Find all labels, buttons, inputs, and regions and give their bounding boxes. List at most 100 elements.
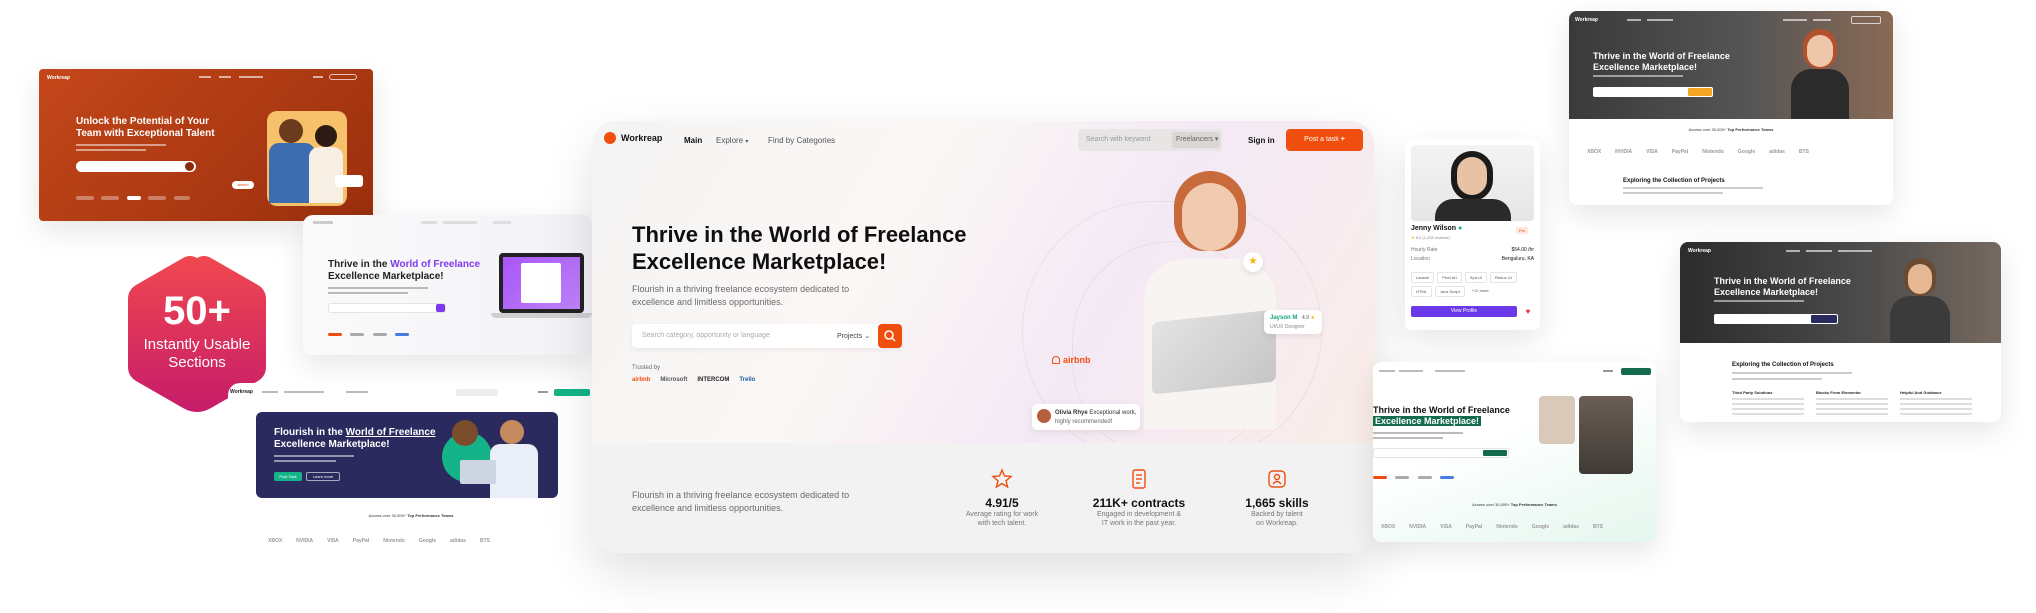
trello-logo: Trello bbox=[739, 377, 756, 383]
dark-hero-preview-bottom[interactable]: Workreap Thrive in the World of Freelanc… bbox=[1680, 242, 2001, 422]
badge-count: 50+ bbox=[163, 289, 231, 333]
airbnb-logo: airbnb bbox=[632, 377, 651, 383]
header-search: Search with keyword Freelancers ▾ bbox=[1078, 129, 1222, 151]
dark-top-title: Thrive in the World of Freelance Excelle… bbox=[1593, 51, 1730, 72]
sign-in-link[interactable]: Sign in bbox=[1248, 136, 1275, 145]
client-logos: XBOX NVIDIA VISA PayPal Nintendo Google adidas… bbox=[1587, 149, 1809, 155]
airbnb-icon bbox=[1052, 356, 1060, 364]
column-title: Helpful And Guidance bbox=[1900, 390, 1942, 395]
post-task-button[interactable]: Post a task + bbox=[1286, 129, 1363, 151]
search-button[interactable] bbox=[1811, 315, 1837, 323]
navy-banner: Flourish in the World of Freelance Excel… bbox=[256, 412, 558, 498]
review-chip bbox=[335, 175, 363, 187]
hero-search-input[interactable]: Search category, opportunity or language bbox=[642, 332, 770, 339]
green-search-input[interactable] bbox=[1373, 448, 1509, 458]
hero-title: Thrive in the World of Freelance Excelle… bbox=[632, 222, 967, 274]
search-icon[interactable] bbox=[185, 162, 194, 171]
header-search-filter[interactable]: Freelancers ▾ bbox=[1172, 132, 1220, 148]
brand-logo: Workreap bbox=[1575, 17, 1598, 23]
avatar bbox=[1037, 409, 1051, 423]
main-hero-preview: Workreap Main Explore ▾ Find by Categori… bbox=[592, 121, 1374, 553]
freelancer-profile-card[interactable]: Jenny Wilson ● ★ 5.0 (1,235 reviews) Pro… bbox=[1405, 139, 1540, 330]
purple-hero-preview[interactable]: Thrive in the World of Freelance Excelle… bbox=[303, 215, 592, 355]
search-button[interactable] bbox=[1483, 450, 1507, 456]
green-image-2 bbox=[1579, 396, 1633, 474]
column-title: Third Party Solutions bbox=[1732, 390, 1773, 395]
stats-band: Flourish in a thriving freelance ecosyst… bbox=[592, 443, 1374, 553]
dark-banner: Workreap Thrive in the World of Freelanc… bbox=[1680, 242, 2001, 343]
brand-logo: Workreap bbox=[230, 389, 253, 395]
stats-band-text: Flourish in a thriving freelance ecosyst… bbox=[632, 490, 850, 513]
navy-hero-preview[interactable]: Workreap Flourish in the World of Freela… bbox=[228, 383, 594, 553]
orange-subtitle bbox=[76, 144, 166, 146]
search-button[interactable] bbox=[878, 324, 902, 348]
trusted-by-label: Trusted by bbox=[632, 365, 661, 371]
post-task-button[interactable]: Post Task bbox=[274, 472, 302, 481]
dark-bottom-person-image bbox=[1890, 258, 1950, 343]
dark-hero-preview-top[interactable]: Workreap Thrive in the World of Freelanc… bbox=[1569, 11, 1893, 205]
orange-tag-list bbox=[76, 187, 190, 205]
search-icon bbox=[884, 330, 896, 342]
purple-subtitle2 bbox=[328, 292, 408, 294]
star-icon: ★ bbox=[1310, 315, 1315, 321]
star-icon: ★ bbox=[1243, 252, 1263, 272]
view-profile-button[interactable]: View Profile bbox=[1411, 306, 1517, 317]
search-icon[interactable] bbox=[436, 304, 445, 312]
dark-bottom-search-input[interactable] bbox=[1714, 314, 1838, 324]
nav-bar bbox=[159, 74, 359, 80]
top-talent-caption: Access over 30,000+ Top Performance Team… bbox=[368, 513, 454, 518]
brand-logo[interactable]: Workreap bbox=[604, 132, 662, 144]
badge-line1: Instantly Usable bbox=[143, 336, 251, 353]
navy-title-line1: Flourish in the World of Freelance bbox=[274, 427, 436, 438]
nav-bar: Workreap bbox=[228, 389, 594, 397]
search-button[interactable] bbox=[1688, 88, 1712, 96]
airbnb-float-chip: airbnb bbox=[1052, 355, 1091, 365]
nav-explore[interactable]: Explore ▾ bbox=[716, 136, 748, 145]
workreap-logo-icon bbox=[604, 132, 616, 144]
orange-hero-image bbox=[267, 111, 347, 206]
orange-hero-preview[interactable]: Workreap Unlock the Potential of Your Te… bbox=[39, 69, 373, 221]
testimonial-chip: Olivia Rhye Exceptional work, highly rec… bbox=[1032, 404, 1140, 430]
orange-title-line2: Team with Exceptional Talent bbox=[76, 128, 215, 139]
green-title: Thrive in the World of Freelance Excelle… bbox=[1373, 405, 1510, 426]
verified-icon: ● bbox=[1458, 225, 1463, 232]
brand-logo: Workreap bbox=[1688, 248, 1711, 254]
orange-subtitle2 bbox=[76, 149, 146, 151]
nav-bar bbox=[1373, 368, 1656, 375]
green-hero-preview[interactable]: Thrive in the World of Freelance Excelle… bbox=[1373, 362, 1656, 542]
client-logos: XBOX NVIDIA VISA PayPal Nintendo Google adidas… bbox=[1381, 524, 1603, 530]
laptop-illustration bbox=[499, 253, 584, 313]
chevron-down-icon: ▾ bbox=[745, 139, 749, 145]
plus-icon: + bbox=[1340, 136, 1345, 143]
stat-contracts: 211K+ contracts Engaged in development &… bbox=[1079, 467, 1199, 528]
purple-logo-row bbox=[328, 323, 410, 341]
location-label: Location bbox=[1411, 256, 1430, 262]
dark-top-search-input[interactable] bbox=[1593, 87, 1713, 97]
top-talent-caption: Access over 30,000+ Top Performance Team… bbox=[1472, 502, 1557, 507]
client-logos: XBOX NVIDIA VISA PayPal Nintendo Google adidas… bbox=[268, 538, 490, 544]
hero-search-filter[interactable]: Projects ⌄ bbox=[837, 332, 870, 340]
hero-search: Search category, opportunity or language… bbox=[632, 324, 902, 348]
hero-subtitle: Flourish in a thriving freelance ecosyst… bbox=[632, 284, 850, 307]
header-search-input[interactable]: Search with keyword bbox=[1086, 136, 1151, 143]
nav-main[interactable]: Main bbox=[684, 136, 702, 145]
nav-find-by-categories[interactable]: Find by Categories bbox=[768, 136, 835, 145]
airbnb-chip: airbnb bbox=[232, 181, 254, 189]
star-icon: ★ bbox=[1411, 235, 1415, 240]
trusted-logos: airbnb Microsoft INTERCOM Trello bbox=[632, 377, 755, 383]
profile-rating: ★ 5.0 (1,235 reviews) bbox=[1411, 235, 1450, 240]
stat-rating: 4.91/5 Average rating for work with tech… bbox=[942, 467, 1062, 528]
purple-title-line1: Thrive in the World of Freelance bbox=[328, 259, 481, 270]
dark-top-person-image bbox=[1791, 29, 1849, 119]
heart-icon[interactable]: ♥ bbox=[1522, 306, 1534, 317]
learn-more-button[interactable]: Learn more bbox=[306, 472, 340, 481]
stat-skills: 1,665 skills Backed by talent on Workrea… bbox=[1217, 467, 1337, 528]
star-icon bbox=[991, 468, 1013, 489]
navy-title-line2: Excellence Marketplace! bbox=[274, 439, 390, 450]
brand-logo: Workreap bbox=[47, 75, 70, 81]
purple-search-input[interactable] bbox=[328, 303, 446, 313]
section-title: Exploring the Collection of Projects bbox=[1732, 362, 1834, 368]
orange-search-input[interactable] bbox=[76, 161, 196, 172]
freelancer-chip: Jayson M 4.9 ★ UI/UX Designer bbox=[1264, 310, 1322, 334]
microsoft-logo: Microsoft bbox=[660, 377, 688, 383]
